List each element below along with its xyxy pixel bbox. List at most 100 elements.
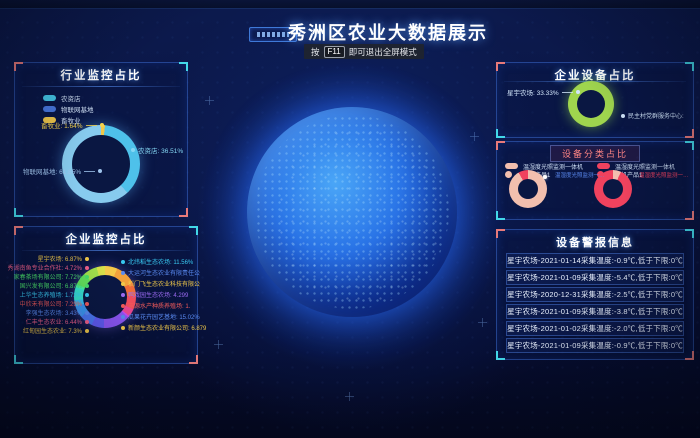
- chart-callout: 中欣禾有限公司: 7.29%: [17, 299, 89, 308]
- chart-callout: 鸭戏园生态农场: 4.299: [121, 290, 188, 299]
- callout-text: 李强生态农场: 3.43%: [26, 308, 82, 317]
- leader-dot: [121, 260, 125, 264]
- legend-item[interactable]: 农资店: [43, 93, 81, 103]
- leader-dot: [85, 266, 89, 270]
- corner-decoration: [496, 351, 505, 360]
- chart-callout: 农资店: 36.51%: [131, 145, 183, 155]
- panel-title: 企业监控占比: [15, 231, 197, 247]
- callout-text: 鸭戏园生态农场: 4.299: [128, 290, 188, 299]
- callout-text: 稻门飞生态农业科技有限公: [128, 279, 200, 288]
- callout-text: 中欣禾有限公司: 7.29%: [20, 299, 82, 308]
- chart-callout: 北纬稻生态农场: 11.56%: [121, 257, 193, 266]
- callout-text: 家春茶场有限公司: 7.72%: [14, 272, 82, 281]
- leader-line: [86, 125, 97, 126]
- leader-dot: [121, 304, 125, 308]
- callout-text: 瓜果花卉园艺基地: 15.02%: [128, 312, 200, 321]
- category-donut-left[interactable]: [509, 170, 547, 208]
- leader-dot: [85, 302, 89, 306]
- page-title: 秀洲区农业大数据展示: [288, 19, 478, 45]
- callout-text: 仁丰生态农业: 6.44%: [26, 317, 82, 326]
- chart-callout: 上华生态养殖场: 1.72%: [17, 290, 89, 299]
- leader-dot: [121, 326, 125, 330]
- callout-text: 新颜生态农业有限公司: 6.879: [128, 323, 206, 332]
- alarm-row: 星宇农场-2020-12-31采集温度:-2.5℃,低于下限:0℃: [506, 287, 684, 302]
- globe-visualization: [247, 107, 457, 317]
- leader-dot: [98, 169, 102, 173]
- chart-callout: 畜牧业: 1.64%: [41, 120, 104, 130]
- corner-decoration: [685, 129, 694, 138]
- leader-dot: [85, 284, 89, 288]
- title-separator: [22, 86, 180, 87]
- alarm-row: 星宇农场-2021-01-02采集温度:-2.0℃,低于下限:0℃: [506, 321, 684, 336]
- callout-text: 国兴发有限公司: 6.87%: [20, 281, 82, 290]
- callout-text: 畜牧业: 1.64%: [41, 120, 83, 130]
- leader-dot: [85, 311, 89, 315]
- callout-text: 物联网基地: 61.85%: [23, 166, 81, 176]
- callout-text: 星宇农场: 33.33%: [507, 87, 559, 97]
- title-separator: [22, 250, 190, 251]
- plus-decoration: [470, 132, 479, 141]
- legend-swatch: [43, 95, 56, 101]
- tip-suffix: 即可退出全屏模式: [349, 46, 417, 58]
- plus-decoration: [345, 392, 354, 401]
- callout-text: 星宇农场: 6.87%: [38, 254, 82, 263]
- chart-callout: 新颜生态农业有限公司: 6.879: [121, 323, 206, 332]
- leader-dot: [121, 293, 125, 297]
- chart-callout: 国兴发有限公司: 6.87%: [17, 281, 89, 290]
- industry-donut-chart[interactable]: [62, 125, 140, 203]
- industry-ratio-panel: 行业监控占比 农资店 物联网基地 畜牧业 畜牧业: 1.64% 农资店: 36.…: [14, 62, 188, 217]
- callout-text: 上华生态养殖场: 1.72%: [20, 290, 82, 299]
- chart-callout: 温湿度光照监测一…: [639, 171, 689, 179]
- leader-line: [84, 171, 95, 172]
- panel-title: 设备分类占比: [550, 145, 640, 162]
- equipment-ratio-panel: 企业设备占比 星宇农场: 33.33% 民主村党群服务中心:: [496, 62, 694, 138]
- chart-callout: 红甸园生态农业: 7.3%: [17, 326, 89, 335]
- corner-decoration: [496, 129, 505, 138]
- legend-swatch: [505, 171, 512, 178]
- plus-decoration: [478, 318, 487, 327]
- corner-decoration: [496, 211, 505, 220]
- alarm-row: 星宇农场-2021-01-09采集温度:-3.8℃,低于下限:0℃: [506, 304, 684, 319]
- chart-callout: 星宇农场: 33.33%: [507, 87, 580, 97]
- panel-title: 设备警报信息: [497, 234, 693, 250]
- corner-decoration: [189, 355, 198, 364]
- top-decoration-bar: [0, 0, 700, 9]
- leader-dot: [85, 275, 89, 279]
- callout-text: 大运河生态农业有限责任公: [128, 268, 200, 277]
- leader-dot: [131, 148, 135, 152]
- corner-decoration: [496, 141, 505, 150]
- chart-callout: 温湿度光照监测一…: [555, 171, 605, 179]
- leader-dot: [621, 114, 625, 118]
- chart-callout: 仁丰生态农业: 6.44%: [17, 317, 89, 326]
- leader-dot: [121, 271, 125, 275]
- chart-callout: 民主村党群服务中心:: [621, 111, 684, 120]
- corner-decoration: [685, 141, 694, 150]
- chart-callout: 星宇农场: 6.87%: [17, 254, 89, 263]
- chart-callout: 丰源水产种质养殖场: 1.: [121, 301, 190, 310]
- globe-dot-texture-2: [276, 128, 444, 304]
- legend-swatch: [43, 106, 56, 112]
- alarm-info-panel: 设备警报信息 星宇农场-2021-01-14采集温度:-0.9℃,低于下限:0℃…: [496, 229, 694, 360]
- corner-decoration: [179, 208, 188, 217]
- leader-dot: [85, 320, 89, 324]
- leader-dot: [85, 329, 89, 333]
- logo-wordmark: [257, 32, 289, 37]
- enterprise-ratio-panel: 企业监控占比 星宇农场: 6.87% 秀湖南鱼专业合作社: 4.72% 家春茶场…: [14, 226, 198, 364]
- fullscreen-tip: 按 F11 即可退出全屏模式: [304, 44, 424, 59]
- legend-label: 物联网基地: [61, 104, 94, 114]
- panel-title: 行业监控占比: [15, 67, 187, 83]
- callout-text: 温湿度光照监测一…: [639, 171, 689, 179]
- callout-text: 秀湖南鱼专业合作社: 4.72%: [8, 263, 82, 272]
- callout-text: 丰源水产种质养殖场: 1.: [128, 301, 190, 310]
- dashboard: 秀洲区农业大数据展示 按 F11 即可退出全屏模式 行业监控占比 农资店 物联网…: [0, 0, 700, 438]
- corner-decoration: [14, 355, 23, 364]
- legend-label: 农资店: [61, 93, 81, 103]
- tip-prefix: 按: [311, 46, 320, 58]
- legend-item[interactable]: 物联网基地: [43, 104, 94, 114]
- chart-callout: 大运河生态农业有限责任公: [121, 268, 200, 277]
- corner-decoration: [14, 208, 23, 217]
- leader-dot: [121, 282, 125, 286]
- f11-keycap: F11: [324, 46, 345, 58]
- plus-decoration: [205, 96, 214, 105]
- callout-text: 温湿度光照监测一…: [555, 171, 605, 179]
